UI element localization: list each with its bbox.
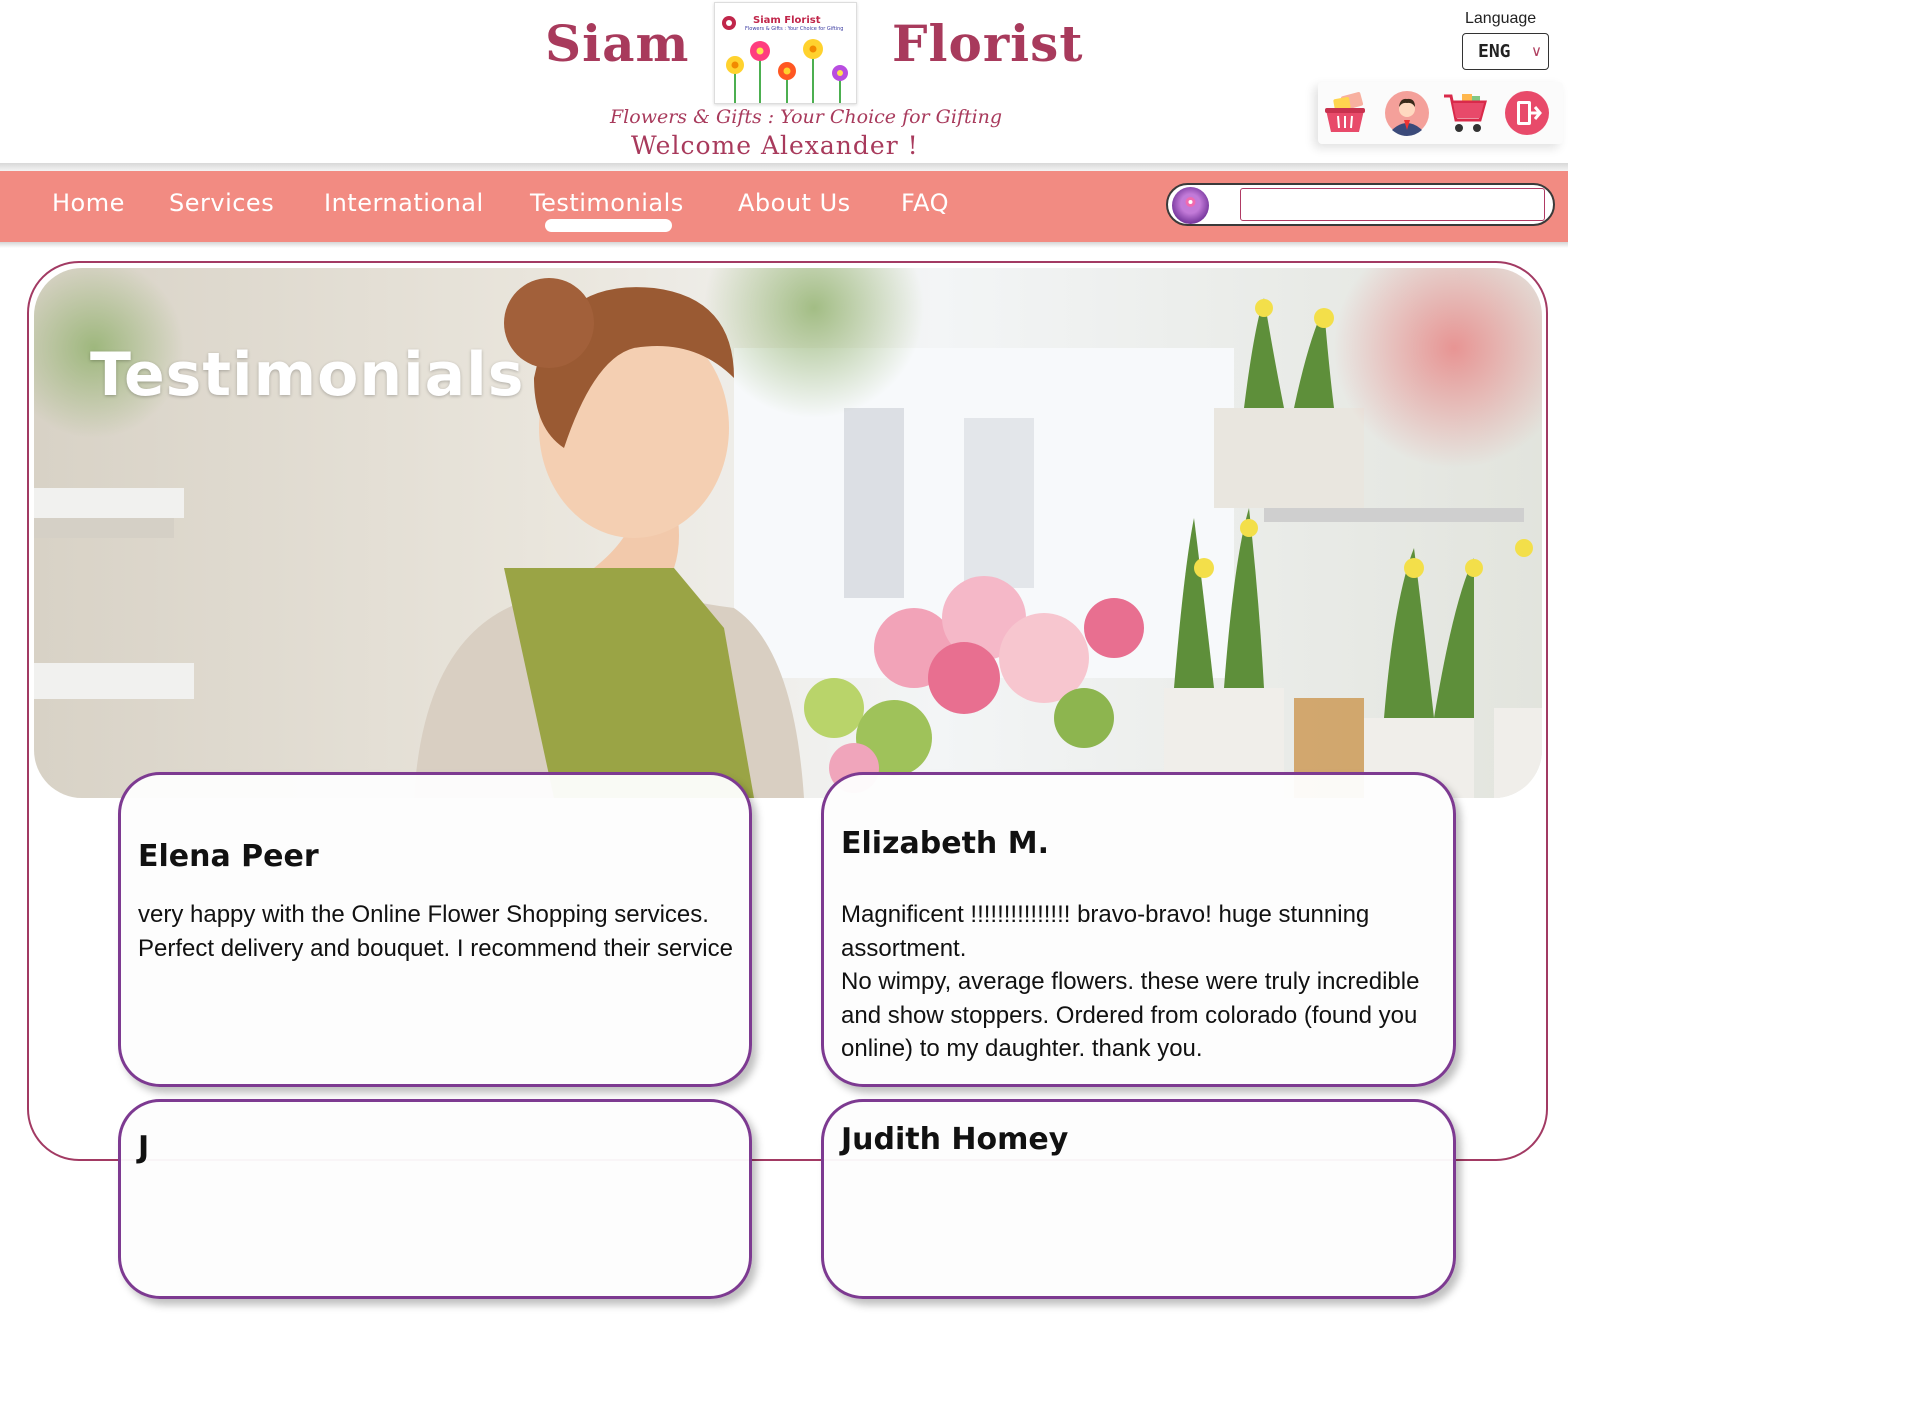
header-divider — [0, 163, 1568, 171]
gift-basket-icon[interactable] — [1322, 90, 1368, 136]
nav-item-home[interactable]: Home — [52, 189, 125, 217]
brand-name-left: Siam — [545, 14, 690, 73]
search-icon[interactable] — [1172, 187, 1209, 224]
nav-item-testimonials[interactable]: Testimonials — [530, 189, 684, 217]
testimonial-card: Elena Peer very happy with the Online Fl… — [118, 772, 752, 1087]
flower-search-icon — [1185, 197, 1196, 207]
active-nav-indicator — [545, 219, 672, 232]
testimonial-card: J — [118, 1099, 752, 1299]
nav-item-about-us[interactable]: About Us — [738, 189, 851, 217]
language-value: ENG — [1478, 41, 1511, 62]
testimonial-name: Elizabeth M. — [841, 826, 1049, 861]
logout-icon[interactable] — [1504, 90, 1550, 136]
site-header: Siam Siam Florist Flowers & Gifts : Your… — [0, 0, 1568, 166]
testimonial-paragraph: No wimpy, average flowers. these were tr… — [841, 968, 1420, 1062]
testimonial-paragraph: very happy with the Online Flower Shoppi… — [138, 901, 733, 962]
testimonial-name: J — [138, 1130, 150, 1165]
nav-item-services[interactable]: Services — [169, 189, 274, 217]
user-actions-bar — [1318, 82, 1563, 144]
search-bar — [1166, 183, 1555, 226]
testimonial-card: Elizabeth M. Magnificent !!!!!!!!!!!!!!!… — [821, 772, 1456, 1087]
welcome-message: Welcome Alexander ! — [631, 131, 919, 160]
language-label: Language — [1465, 10, 1537, 27]
tagline: Flowers & Gifts : Your Choice for Giftin… — [610, 106, 1003, 128]
page-title: Testimonials — [90, 340, 525, 410]
chevron-down-icon: ∨ — [1531, 42, 1542, 60]
language-select[interactable]: ENG ∨ — [1462, 33, 1549, 70]
testimonial-name: Elena Peer — [138, 839, 319, 874]
brand-name-right: Florist — [892, 14, 1084, 73]
nav-item-international[interactable]: International — [324, 189, 484, 217]
logo-subtitle: Flowers & Gifts : Your Choice for Giftin… — [745, 26, 844, 32]
shopping-cart-icon[interactable] — [1442, 90, 1488, 136]
testimonial-name: Judith Homey — [841, 1122, 1069, 1157]
testimonial-paragraph: Magnificent !!!!!!!!!!!!!!! bravo-bravo!… — [841, 901, 1370, 962]
site-logo[interactable]: Siam Florist Flowers & Gifts : Your Choi… — [714, 2, 857, 104]
testimonial-text: Magnificent !!!!!!!!!!!!!!! bravo-bravo!… — [841, 898, 1441, 1066]
nav-item-faq[interactable]: FAQ — [901, 189, 949, 217]
nav-divider — [0, 242, 1568, 248]
logo-title: Siam Florist — [753, 15, 821, 26]
search-input[interactable] — [1240, 188, 1545, 221]
testimonial-card: Judith Homey — [821, 1099, 1456, 1299]
user-profile-icon[interactable] — [1384, 90, 1430, 136]
testimonial-text: very happy with the Online Flower Shoppi… — [138, 898, 738, 965]
